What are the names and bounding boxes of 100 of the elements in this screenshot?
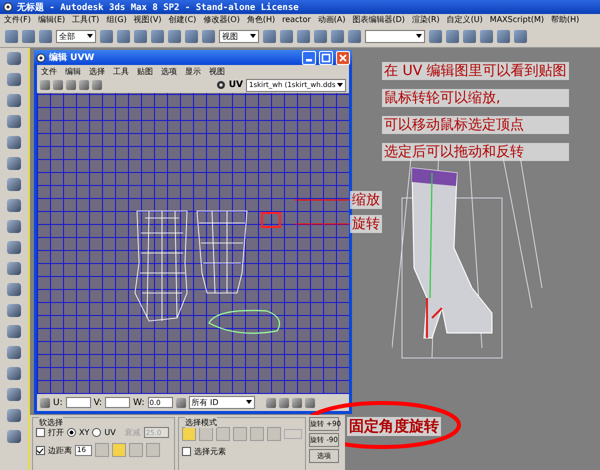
toolbar-tool-icon[interactable] xyxy=(100,30,113,42)
menu-item[interactable]: 文件(F) xyxy=(4,14,31,25)
absolute-mode-icon[interactable] xyxy=(40,398,50,408)
close-button[interactable] xyxy=(336,50,350,64)
toolbar-tool-icon[interactable] xyxy=(297,30,310,42)
toolbar-tool-icon[interactable] xyxy=(7,388,21,401)
toolbar-tool-icon[interactable] xyxy=(263,30,276,42)
toolbar-tool-icon[interactable] xyxy=(480,30,493,42)
toolbar-tool-icon[interactable] xyxy=(7,367,21,380)
axis-radio[interactable] xyxy=(92,428,102,437)
selection-mode-button[interactable] xyxy=(182,427,196,441)
menu-item[interactable]: 选项 xyxy=(161,66,177,76)
toolbar-tool-icon[interactable] xyxy=(7,241,21,254)
toolbar-tool-icon[interactable] xyxy=(7,283,21,296)
toolbar-tool-icon[interactable] xyxy=(7,220,21,233)
dropdown-arrow-icon xyxy=(249,32,257,40)
annotation-text: 在 UV 编辑图里可以看到贴图 xyxy=(382,62,569,80)
app-logo-icon xyxy=(3,2,13,12)
checkbox-label: 选择元素 xyxy=(194,446,226,457)
menu-item[interactable]: 工具 xyxy=(113,66,129,76)
toolbar-tool-icon[interactable] xyxy=(314,30,327,42)
reference-coordinate-dropdown[interactable]: 视图 xyxy=(219,30,259,42)
toolbar-tool-icon[interactable] xyxy=(280,30,293,42)
toolbar-tool-icon[interactable] xyxy=(7,346,21,359)
menu-item[interactable]: 帮助(H) xyxy=(551,14,580,25)
menu-item[interactable]: 编辑 xyxy=(65,66,81,76)
falloff-curve-button[interactable] xyxy=(112,443,126,457)
menu-item[interactable]: 贴图 xyxy=(137,66,153,76)
menu-item[interactable]: 创建(C) xyxy=(168,14,196,25)
menu-item[interactable]: 自定义(U) xyxy=(446,14,483,25)
menu-item[interactable]: 编辑(E) xyxy=(38,14,66,25)
maximize-button[interactable] xyxy=(319,50,333,64)
dropdown-arrow-icon xyxy=(244,398,252,406)
toolbar-tool-icon[interactable] xyxy=(7,73,21,86)
annotation-text: 鼠标转轮可以缩放, xyxy=(382,89,569,107)
toolbar-tool-icon[interactable] xyxy=(7,409,21,422)
toolbar-tool-icon[interactable] xyxy=(22,30,35,42)
named-selection-dropdown[interactable] xyxy=(365,30,425,42)
toolbar-tool-icon[interactable] xyxy=(7,262,21,275)
edge-distance-checkbox[interactable] xyxy=(36,446,45,454)
selection-filter-dropdown[interactable]: 全部 xyxy=(56,30,96,42)
toolbar-tool-icon[interactable] xyxy=(7,94,21,107)
maximize-icon xyxy=(321,52,331,62)
annotation-text: 缩放 xyxy=(350,191,382,209)
toolbar-tool-icon[interactable] xyxy=(185,30,198,42)
close-icon xyxy=(338,52,348,62)
toolbar-tool-icon[interactable] xyxy=(134,30,147,42)
toolbar-tool-icon[interactable] xyxy=(117,30,130,42)
toolbar-tool-icon[interactable] xyxy=(497,30,510,42)
menu-item[interactable]: 组(G) xyxy=(106,14,127,25)
menu-item[interactable]: reactor xyxy=(282,15,311,24)
toolbar-tool-icon[interactable] xyxy=(7,325,21,338)
v-label: V: xyxy=(94,398,102,408)
toolbar-tool-icon[interactable] xyxy=(514,30,527,42)
toolbar-tool-icon[interactable] xyxy=(446,30,459,42)
toolbar-tool-icon[interactable] xyxy=(7,178,21,191)
dropdown-arrow-icon xyxy=(86,32,94,40)
uv-editor-title: 编辑 UVW xyxy=(49,51,96,64)
material-id-dropdown[interactable]: 所有 ID xyxy=(188,396,254,409)
menu-item[interactable]: 显示 xyxy=(185,66,201,76)
group-title: 选择模式 xyxy=(185,417,217,428)
menu-item[interactable]: 选择 xyxy=(89,66,105,76)
menu-item[interactable]: 修改器(O) xyxy=(203,14,240,25)
menu-item[interactable]: 视图(V) xyxy=(134,14,162,25)
menu-item[interactable]: 文件 xyxy=(41,66,57,76)
checkbox-label: 打开 xyxy=(48,427,64,438)
select-element-checkbox[interactable] xyxy=(182,447,191,456)
toolbar-tool-icon[interactable] xyxy=(39,30,52,42)
toolbar-tool-icon[interactable] xyxy=(348,30,361,42)
lock-icon[interactable] xyxy=(176,398,186,408)
toolbar-tool-icon[interactable] xyxy=(7,304,21,317)
v-field[interactable] xyxy=(105,397,130,408)
annotation-text: 旋转 xyxy=(350,215,382,233)
menu-item[interactable]: 工具(T) xyxy=(72,14,100,25)
toolbar-tool-icon[interactable] xyxy=(331,30,344,42)
u-field[interactable] xyxy=(66,397,91,408)
toolbar-tool-icon[interactable] xyxy=(7,52,21,65)
menu-item[interactable]: 角色(H) xyxy=(246,14,276,25)
toolbar-tool-icon[interactable] xyxy=(7,199,21,212)
menu-item[interactable]: 图表编辑器(D) xyxy=(352,14,405,25)
app-logo-icon xyxy=(36,52,46,62)
minimize-icon xyxy=(306,59,312,62)
toolbar-tool-icon[interactable] xyxy=(151,30,164,42)
toolbar-tool-icon[interactable] xyxy=(7,157,21,170)
toolbar-tool-icon[interactable] xyxy=(7,136,21,149)
menu-item[interactable]: 渲染(R) xyxy=(412,14,440,25)
minimize-button[interactable] xyxy=(302,50,316,64)
menu-item[interactable]: 视图 xyxy=(209,66,225,76)
toolbar-tool-icon[interactable] xyxy=(168,30,181,42)
group-title: 软选择 xyxy=(39,417,63,428)
toolbar-tool-icon[interactable] xyxy=(7,115,21,128)
menu-item[interactable]: 动画(A) xyxy=(318,14,346,25)
toolbar-tool-icon[interactable] xyxy=(429,30,442,42)
toolbar-tool-icon[interactable] xyxy=(5,30,18,42)
open-checkbox[interactable] xyxy=(36,428,45,437)
toolbar-tool-icon[interactable] xyxy=(463,30,476,42)
toolbar-tool-icon[interactable] xyxy=(202,30,215,42)
axis-radio[interactable] xyxy=(67,428,76,437)
menu-item[interactable]: MAXScript(M) xyxy=(490,15,544,24)
toolbar-tool-icon[interactable] xyxy=(7,430,21,443)
